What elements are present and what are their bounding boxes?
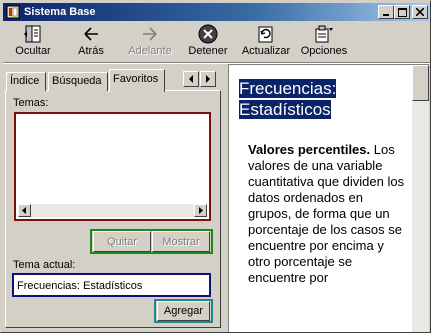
- maximize-icon: [397, 7, 407, 17]
- hide-label: Ocultar: [15, 45, 51, 57]
- current-topic-field[interactable]: Frecuencias: Estadísticos: [12, 273, 211, 297]
- horizontal-scrollbar[interactable]: [18, 204, 207, 217]
- toolbar: Ocultar Atrás Adelante Detener Actualiza…: [3, 23, 430, 61]
- refresh-icon: [258, 26, 273, 43]
- minimize-icon: [383, 14, 389, 16]
- vertical-scrollbar[interactable]: [412, 65, 429, 332]
- topic-body: Los valores de una variable cuantitativa…: [248, 142, 405, 285]
- topic-content: Frecuencias: Estadísticos Valores percen…: [239, 78, 409, 286]
- stop-icon: [198, 24, 218, 44]
- current-topic-label: Tema actual:: [13, 259, 76, 271]
- forward-arrow-icon: [143, 27, 157, 41]
- back-button[interactable]: Atrás: [71, 23, 111, 61]
- options-button[interactable]: Opciones: [299, 23, 349, 61]
- options-icon: [315, 25, 333, 43]
- tab-scroll-right-button[interactable]: [200, 71, 216, 87]
- stop-label: Detener: [188, 45, 228, 57]
- close-button[interactable]: [412, 5, 428, 19]
- back-arrow-icon: [84, 27, 98, 41]
- tab-index[interactable]: Índice: [6, 72, 46, 91]
- refresh-label: Actualizar: [241, 45, 291, 57]
- title-bar: Sistema Base: [3, 3, 430, 21]
- forward-button[interactable]: Adelante: [125, 23, 175, 61]
- arrow-right-icon: [206, 75, 210, 83]
- arrow-right-icon: [199, 207, 203, 214]
- hide-button[interactable]: Ocultar: [11, 23, 55, 61]
- minimize-button[interactable]: [378, 5, 394, 19]
- show-label: Mostrar: [162, 235, 200, 248]
- show-button[interactable]: Mostrar: [152, 231, 210, 252]
- tab-search-label: Búsqueda: [52, 75, 102, 87]
- topic-paragraph: Valores percentiles. Los valores de una …: [248, 142, 409, 286]
- scroll-thumb[interactable]: [412, 65, 429, 101]
- scroll-right-button[interactable]: [194, 204, 207, 217]
- window-title: Sistema Base: [24, 6, 96, 18]
- remove-label: Quitar: [107, 235, 137, 248]
- back-label: Atrás: [78, 45, 104, 57]
- add-label: Agregar: [163, 305, 204, 317]
- tab-index-label: Índice: [10, 75, 40, 87]
- topic-term: Valores percentiles.: [248, 142, 371, 157]
- hide-pane-icon: [24, 25, 41, 43]
- content-pane: Frecuencias: Estadísticos Valores percen…: [228, 64, 429, 332]
- add-button[interactable]: Agregar: [157, 301, 210, 321]
- maximize-button[interactable]: [394, 5, 410, 19]
- refresh-button[interactable]: Actualizar: [241, 23, 291, 61]
- tab-favorites[interactable]: Favoritos: [109, 69, 165, 92]
- arrow-left-icon: [22, 207, 26, 214]
- scroll-left-button[interactable]: [18, 204, 31, 217]
- close-icon: [416, 8, 424, 16]
- tab-search[interactable]: Búsqueda: [48, 72, 108, 91]
- help-book-icon: [6, 5, 20, 19]
- tab-favorites-label: Favoritos: [113, 73, 159, 85]
- tab-scroll-left-button[interactable]: [183, 71, 199, 87]
- stop-button[interactable]: Detener: [187, 23, 229, 61]
- topics-list[interactable]: [14, 112, 211, 221]
- topics-label: Temas:: [13, 97, 49, 109]
- topic-heading: Frecuencias: Estadísticos: [239, 79, 337, 119]
- forward-label: Adelante: [128, 45, 172, 57]
- options-label: Opciones: [300, 45, 348, 57]
- remove-button[interactable]: Quitar: [93, 231, 151, 252]
- help-window: Sistema Base Ocultar Atrás Adelante Dete…: [0, 0, 431, 333]
- arrow-left-icon: [189, 75, 193, 83]
